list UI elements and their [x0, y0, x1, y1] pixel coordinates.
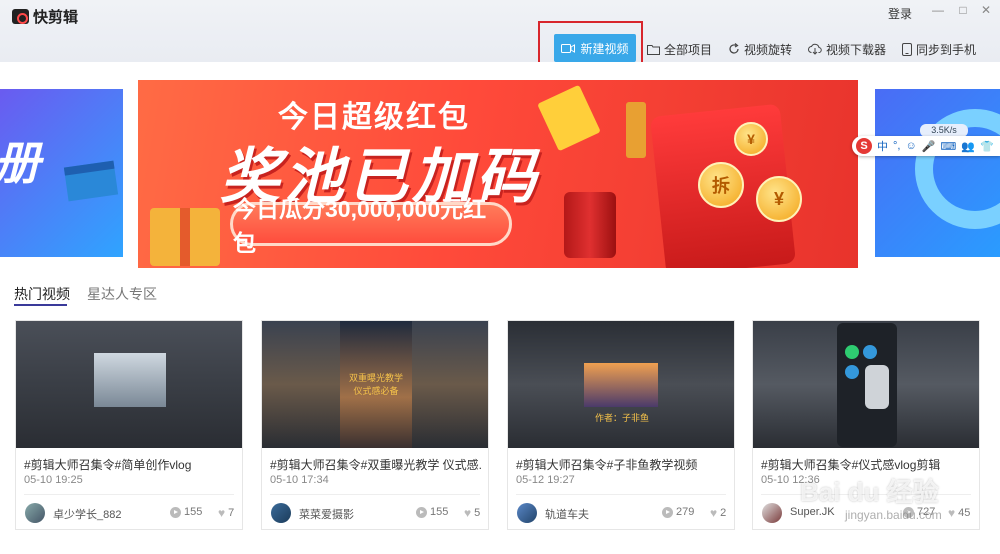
prev-banner-text: 册 [0, 127, 40, 193]
cloud-download-icon [808, 43, 822, 55]
banner-pill: 今日瓜分30,000,000元红包 [230, 196, 512, 256]
sync-to-phone-button[interactable]: 同步到手机 [902, 38, 976, 60]
play-count: 155 [170, 506, 202, 518]
like-count-value: 2 [720, 507, 727, 519]
perfume-icon [626, 102, 646, 158]
like-count: ♥ 2 [710, 506, 726, 520]
avatar[interactable] [517, 503, 537, 523]
thumbnail-control-icon [845, 365, 859, 379]
thumbnail-image [94, 353, 166, 407]
speaker-icon [564, 192, 616, 258]
ticket-icon [537, 84, 601, 152]
thumbnail-control-icon [845, 345, 859, 359]
rotate-video-button[interactable]: 视频旋转 [728, 38, 792, 60]
ime-skin-icon[interactable]: 👕 [980, 140, 994, 153]
ime-punct[interactable]: °, [893, 140, 900, 152]
watermark: Bai du 经验 [800, 477, 939, 507]
ime-logo-icon: S [856, 138, 872, 154]
card-divider [24, 494, 234, 495]
folder-icon [647, 44, 660, 55]
like-count-value: 45 [958, 507, 971, 519]
thumbnail-caption: 双重曝光教学 仪式感必备 [348, 373, 403, 396]
next-banner-slide[interactable] [875, 89, 1000, 257]
like-count: ♥ 5 [464, 506, 480, 520]
author-name[interactable]: 卓少学长_882 [53, 506, 121, 522]
like-count: ♥ 7 [218, 506, 234, 520]
close-button[interactable]: ✕ [978, 3, 994, 17]
main-banner[interactable]: 今日超级红包 奖池已加码 今日瓜分30,000,000元红包 拆 ¥ ¥ [138, 80, 858, 268]
play-count-value: 279 [676, 506, 695, 518]
active-tab-underline [14, 304, 67, 306]
sync-to-phone-label: 同步到手机 [916, 42, 977, 57]
video-card[interactable]: #剪辑大师召集令#简单创作vlog 05-10 19:25 卓少学长_882 1… [15, 320, 243, 530]
video-title[interactable]: #剪辑大师召集令#双重曝光教学 仪式感... [270, 456, 482, 473]
watermark-url: jingyan.baidu.com [845, 508, 942, 522]
play-count-icon [170, 506, 181, 518]
ime-emoji-icon[interactable]: ☺ [905, 140, 916, 152]
rotate-video-label: 视频旋转 [744, 42, 793, 57]
thumbnail-control-icon [863, 345, 877, 359]
coin-yen-small-icon: ¥ [734, 122, 768, 156]
ime-toolbar[interactable]: S 中 °, ☺ 🎤 ⌨ 👥 👕 [852, 136, 1000, 156]
video-date: 05-12 19:27 [516, 474, 575, 486]
play-count-value: 155 [430, 506, 449, 518]
minimize-button[interactable]: — [930, 3, 946, 17]
all-projects-button[interactable]: 全部项目 [647, 38, 712, 60]
maximize-button[interactable]: □ [955, 3, 971, 17]
avatar[interactable] [271, 503, 291, 523]
video-card[interactable]: 作者：子非鱼 #剪辑大师召集令#子非鱼教学视频 05-12 19:27 轨道车夫… [507, 320, 735, 530]
video-title[interactable]: #剪辑大师召集令#子非鱼教学视频 [516, 456, 728, 473]
avatar[interactable] [25, 503, 45, 523]
heart-icon: ♥ [710, 506, 718, 520]
ime-voice-icon[interactable]: 🎤 [922, 140, 936, 153]
app-logo-icon [12, 9, 29, 24]
ime-mode[interactable]: 中 [877, 138, 888, 154]
card-divider [270, 494, 480, 495]
author-name[interactable]: 菜菜爱摄影 [299, 506, 354, 522]
all-projects-label: 全部项目 [664, 42, 713, 57]
video-thumbnail[interactable] [16, 321, 242, 448]
play-count-value: 155 [184, 506, 203, 518]
play-count-icon [416, 506, 427, 518]
phone-icon [902, 42, 912, 56]
gift-box-icon [150, 208, 220, 266]
app-logo: 快剪辑 [12, 6, 78, 27]
play-count: 279 [662, 506, 694, 518]
ime-keyboard-icon[interactable]: ⌨ [940, 140, 956, 153]
rotate-icon [729, 43, 739, 54]
video-thumbnail[interactable]: 作者：子非鱼 [508, 321, 734, 448]
play-count-icon [662, 506, 673, 518]
like-count-value: 5 [474, 507, 481, 519]
avatar[interactable] [762, 503, 782, 523]
card-divider [516, 494, 726, 495]
coin-yen-icon: ¥ [756, 176, 802, 222]
video-card[interactable]: 双重曝光教学 仪式感必备 #剪辑大师召集令#双重曝光教学 仪式感... 05-1… [261, 320, 489, 530]
video-title[interactable]: #剪辑大师召集令#仪式感vlog剪辑 [761, 456, 973, 473]
video-thumbnail[interactable]: 双重曝光教学 仪式感必备 [262, 321, 488, 448]
login-link[interactable]: 登录 [888, 5, 912, 22]
app-title: 快剪辑 [33, 9, 79, 26]
thumbnail-caption: 作者：子非鱼 [594, 413, 649, 423]
ime-users-icon[interactable]: 👥 [961, 140, 975, 153]
prev-banner-slide[interactable]: 册 [0, 89, 123, 257]
coin-open-icon: 拆 [698, 162, 744, 208]
tab-star-creators[interactable]: 星达人专区 [87, 284, 157, 304]
video-title[interactable]: #剪辑大师召集令#简单创作vlog [24, 456, 236, 473]
video-date: 05-10 19:25 [24, 474, 83, 486]
thumbnail-image [584, 363, 658, 407]
video-thumbnail[interactable] [753, 321, 979, 448]
thumbnail-slider-icon [865, 365, 889, 409]
heart-icon: ♥ [218, 506, 226, 520]
video-downloader-label: 视频下载器 [826, 42, 887, 57]
heart-icon: ♥ [948, 506, 956, 520]
like-count-value: 7 [228, 507, 235, 519]
video-date: 05-10 17:34 [270, 474, 329, 486]
clapperboard-icon [63, 160, 119, 202]
author-name[interactable]: 轨道车夫 [545, 506, 589, 522]
tab-hot-videos[interactable]: 热门视频 [14, 284, 70, 304]
video-downloader-button[interactable]: 视频下载器 [808, 38, 886, 60]
play-count: 155 [416, 506, 448, 518]
like-count: ♥ 45 [948, 506, 970, 520]
heart-icon: ♥ [464, 506, 472, 520]
